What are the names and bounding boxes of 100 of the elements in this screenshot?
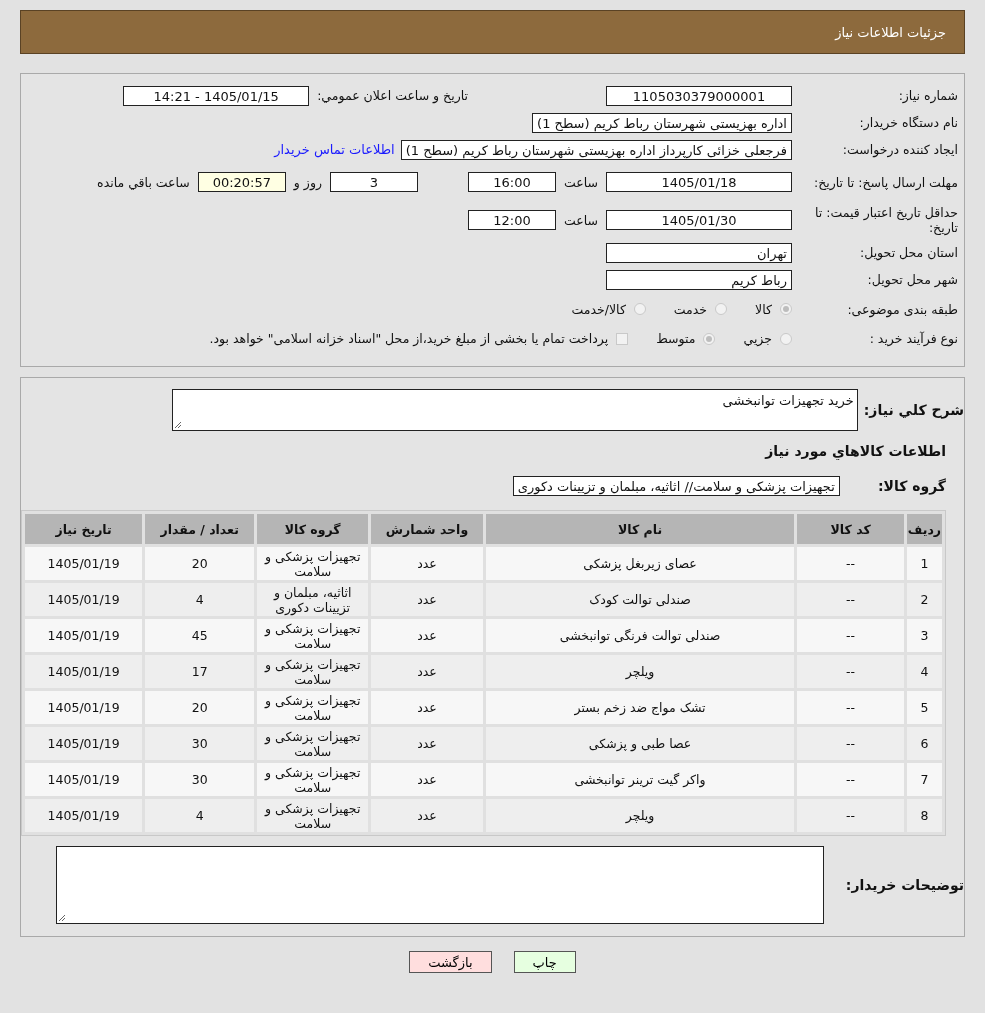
checkbox-label: پرداخت تمام یا بخشی از مبلغ خرید،از محل "اسناد خزانه اسلامی" خواهد بود. [209,331,609,346]
table-cell: 1405/01/19 [25,691,143,724]
section-heading: اطلاعات كالاهاي مورد نياز [765,443,946,459]
need-number-field: 1105030379000001 [606,85,792,106]
table-cell: ویلچر [485,655,795,688]
resize-grip-icon[interactable] [173,421,182,429]
table-cell: عدد [371,547,483,580]
table-cell: 1405/01/19 [25,619,143,652]
requester-field: فرجعلی خزائی کارپرداز اداره بهزیستی شهرستان رباط کریم (سطح 1) [400,139,792,160]
print-button[interactable]: چاپ [513,951,576,973]
table-cell: 1405/01/19 [25,655,143,688]
table-cell: 6 [906,727,942,760]
days-label: روز و [293,174,322,190]
table-cell: 5 [906,691,942,724]
table-cell: 20 [145,547,255,580]
time-label: ساعت [564,174,598,190]
time-label: ساعت [564,212,598,228]
table-cell: -- [797,799,904,832]
buyer-name-field: اداره بهزیستی شهرستان رباط کریم (سطح 1) [532,112,792,133]
table-cell: صندلی توالت فرنگی توانبخشی [485,619,795,652]
province-field: تهران [606,242,792,263]
column-header: تعداد / مقدار [145,514,255,544]
field-label: تاریخ و ساعت اعلان عمومي: [317,88,468,103]
field-label: نام دستگاه خریدار: [858,115,959,130]
column-header: ردیف [906,514,942,544]
radio-label: جزيي [743,331,772,346]
table-cell: صندلی توالت کودک [485,583,795,616]
table-cell: عصا طبی و پزشکی [485,727,795,760]
table-cell: 20 [145,691,255,724]
table-cell: اثاثیه، مبلمان و تزیینات دکوری [257,583,369,616]
description-field: خرید تجهیزات توانبخشی [171,389,858,431]
checkbox[interactable] [616,332,629,345]
back-button[interactable]: بازگشت [409,951,492,973]
field-label: شهر محل تحویل: [866,272,959,287]
table-cell: 30 [145,727,255,760]
table-cell: تجهیزات پزشکی و سلامت [257,799,369,832]
table-cell: 45 [145,619,255,652]
field-label: شرح كلي نياز: [863,402,964,418]
radio-button[interactable] [703,332,716,345]
days-field: 3 [330,172,418,192]
city-field: رباط کریم [606,269,792,290]
table-cell: 1405/01/19 [25,727,143,760]
field-label: نوع فرآیند خرید : [868,331,959,346]
deadline-time-field: 16:00 [468,172,556,192]
table-cell: تجهیزات پزشکی و سلامت [257,691,369,724]
table-cell: تجهیزات پزشکی و سلامت [257,763,369,796]
field-label: شماره نیاز: [897,88,959,103]
validity-date-field: 1405/01/30 [606,210,792,230]
field-label: حداقل تاریخ اعتبار قیمت: تا تاریخ: [813,205,959,235]
table-cell: 17 [145,655,255,688]
column-header: گروه کالا [257,514,369,544]
table-cell: 1405/01/19 [25,583,143,616]
table-cell: تجهیزات پزشکی و سلامت [257,619,369,652]
table-cell: عدد [371,619,483,652]
buyer-notes-field[interactable] [55,846,824,924]
table-cell: 1405/01/19 [25,547,143,580]
table-cell: تشک مواج ضد زخم بستر [485,691,795,724]
radio-button[interactable] [715,303,728,315]
remaining-time-field: 00:20:57 [197,172,286,192]
table-cell: عدد [371,763,483,796]
table-cell: عصای زیربغل پزشکی [485,547,795,580]
radio-button[interactable] [633,303,646,315]
table-cell: عدد [371,727,483,760]
column-header: واحد شمارش [371,514,483,544]
goods-group-field: تجهیزات پزشکی و سلامت// اثاثیه، مبلمان و تزیینات دکوری [512,476,840,496]
table-cell: 4 [145,799,255,832]
table-cell: 4 [906,655,942,688]
column-header: کد کالا [797,514,904,544]
field-label: استان محل تحویل: [858,245,959,260]
table-cell: عدد [371,691,483,724]
field-label: گروه کالا: [877,478,946,494]
radio-label: کالا [755,301,772,317]
table-cell: -- [797,583,904,616]
radio-button[interactable] [780,332,792,345]
table-cell: 1405/01/19 [25,763,143,796]
table-cell: 4 [145,583,255,616]
table-cell: -- [797,619,904,652]
remaining-label: ساعت باقي مانده [97,174,190,190]
table-cell: عدد [371,799,483,832]
table-cell: 1405/01/19 [25,799,143,832]
resize-grip-icon[interactable] [57,914,66,922]
table-cell: 3 [906,619,942,652]
table-cell: 1 [906,547,942,580]
table-cell: تجهیزات پزشکی و سلامت [257,547,369,580]
table-cell: -- [797,655,904,688]
column-header: نام کالا [485,514,795,544]
column-header: تاریخ نیاز [25,514,143,544]
deadline-date-field: 1405/01/18 [606,172,792,192]
table-cell: عدد [371,655,483,688]
field-label: طبقه بندی موضوعی: [846,301,959,317]
table-cell: عدد [371,583,483,616]
radio-label: خدمت [673,301,708,317]
field-label: ایجاد کننده درخواست: [841,142,959,157]
table-cell: 2 [906,583,942,616]
announce-date-field: 1405/01/15 - 14:21 [123,85,310,106]
field-label: مهلت ارسال پاسخ: تا تاریخ: [812,174,959,190]
radio-button[interactable] [780,303,792,315]
table-cell: ویلچر [485,799,795,832]
buyer-contact-link[interactable]: اطلاعات تماس خریدار [274,142,395,157]
table-cell: 30 [145,763,255,796]
